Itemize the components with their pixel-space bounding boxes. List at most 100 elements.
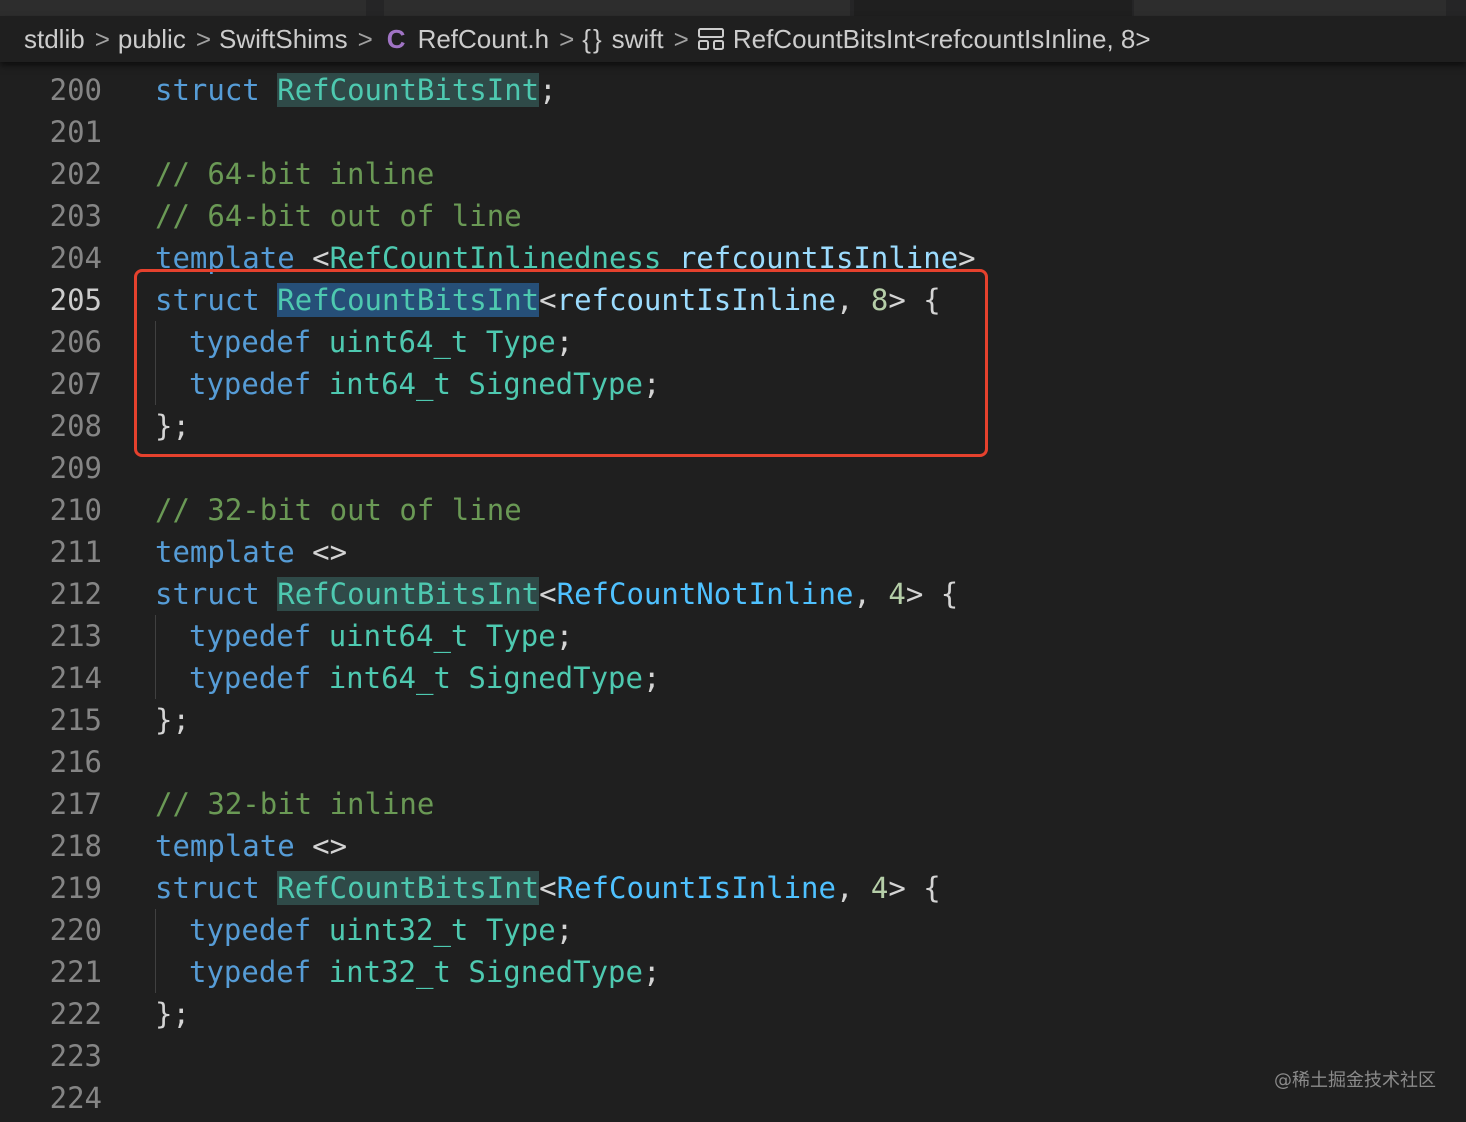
line-number[interactable]: 210 [0, 489, 102, 531]
code-token: typedef [189, 913, 312, 947]
line-number[interactable]: 205 [0, 279, 102, 321]
annotation-highlight-box [134, 269, 988, 457]
line-number[interactable]: 209 [0, 447, 102, 489]
code-token: RefCountNotInline [556, 577, 854, 611]
code-line[interactable]: 210 // 32-bit out of line [0, 489, 1466, 531]
line-number[interactable]: 212 [0, 573, 102, 615]
line-number[interactable]: 218 [0, 825, 102, 867]
code-line[interactable]: 216 [0, 741, 1466, 783]
editor-tab[interactable] [384, 0, 850, 16]
code-token: // 32-bit out of line [155, 493, 522, 527]
line-number[interactable]: 222 [0, 993, 102, 1035]
code-token: ; [555, 619, 574, 653]
code-token: }; [155, 703, 190, 737]
code-token: 4 [870, 871, 889, 905]
code-line[interactable]: 221 typedef int32_t SignedType; [0, 951, 1466, 993]
code-token: ; [539, 73, 557, 107]
code-line[interactable]: 203 // 64-bit out of line [0, 195, 1466, 237]
breadcrumb-item-file[interactable]: C RefCount.h [381, 24, 549, 55]
code-token: struct [155, 577, 260, 611]
code-token: // 32-bit inline [155, 787, 435, 821]
code-token: template [155, 829, 295, 863]
code-line[interactable]: 224 [0, 1077, 1466, 1119]
code-text: typedef int32_t SignedType; [155, 951, 660, 993]
breadcrumb: stdlib > public > SwiftShims > C RefCoun… [0, 16, 1466, 62]
breadcrumb-file-label: RefCount.h [417, 23, 550, 54]
line-number[interactable]: 200 [0, 69, 102, 111]
line-number[interactable]: 221 [0, 951, 102, 993]
line-number[interactable]: 213 [0, 615, 102, 657]
line-number[interactable]: 202 [0, 153, 102, 195]
code-line[interactable]: 220 typedef uint32_t Type; [0, 909, 1466, 951]
line-number[interactable]: 203 [0, 195, 102, 237]
line-number[interactable]: 217 [0, 783, 102, 825]
line-number[interactable]: 215 [0, 699, 102, 741]
code-token: uint32_t [328, 913, 469, 947]
line-number[interactable]: 201 [0, 111, 102, 153]
code-line[interactable]: 202 // 64-bit inline [0, 153, 1466, 195]
code-token: ; [642, 661, 661, 695]
code-line[interactable]: 211 template <> [0, 531, 1466, 573]
line-number[interactable]: 216 [0, 741, 102, 783]
chevron-right-icon: > [559, 23, 575, 54]
code-text: // 64-bit out of line [155, 195, 522, 237]
code-token: RefCountIsInline [556, 871, 836, 905]
code-token: SignedType [468, 955, 643, 989]
code-text: typedef uint64_t Type; [155, 615, 573, 657]
editor-tab[interactable] [0, 0, 366, 16]
code-line[interactable]: 218 template <> [0, 825, 1466, 867]
line-number[interactable]: 206 [0, 321, 102, 363]
code-token: > { [905, 577, 959, 611]
line-number[interactable]: 220 [0, 909, 102, 951]
code-line[interactable]: 200 struct RefCountBitsInt; [0, 69, 1466, 111]
code-text: struct RefCountBitsInt; [155, 69, 557, 111]
code-line[interactable]: 215}; [0, 699, 1466, 741]
code-line[interactable]: 223 [0, 1035, 1466, 1077]
code-text: template <> [155, 531, 347, 573]
line-number[interactable]: 207 [0, 363, 102, 405]
code-token: typedef [189, 661, 312, 695]
code-line[interactable]: 217 // 32-bit inline [0, 783, 1466, 825]
code-token: // 64-bit out of line [155, 199, 522, 233]
code-line[interactable]: 213 typedef uint64_t Type; [0, 615, 1466, 657]
code-line[interactable]: 222}; [0, 993, 1466, 1035]
line-number[interactable]: 219 [0, 867, 102, 909]
line-number[interactable]: 214 [0, 657, 102, 699]
code-token: Type [485, 619, 556, 653]
editor-tab-active[interactable] [854, 0, 1132, 16]
code-line[interactable]: 214 typedef int64_t SignedType; [0, 657, 1466, 699]
breadcrumb-item-public[interactable]: public [118, 24, 186, 55]
line-number[interactable]: 204 [0, 237, 102, 279]
line-number[interactable]: 211 [0, 531, 102, 573]
editor-tab[interactable] [1134, 0, 1446, 16]
code-token: uint64_t [328, 619, 469, 653]
code-token: <> [294, 829, 348, 863]
code-line[interactable]: 219 struct RefCountBitsInt<RefCountIsInli… [0, 867, 1466, 909]
code-token: struct [155, 871, 260, 905]
code-line[interactable]: 201 [0, 111, 1466, 153]
line-number[interactable]: 208 [0, 405, 102, 447]
line-number[interactable]: 223 [0, 1035, 102, 1077]
code-token: typedef [189, 955, 312, 989]
breadcrumb-item-namespace[interactable]: {} swift [582, 24, 663, 55]
code-text: struct RefCountBitsInt<RefCountIsInline,… [155, 867, 941, 909]
code-token: < [539, 871, 557, 905]
code-token: , [853, 577, 889, 611]
breadcrumb-item-swiftshims[interactable]: SwiftShims [219, 24, 348, 55]
code-token: , [835, 871, 871, 905]
line-number[interactable]: 224 [0, 1077, 102, 1119]
code-area[interactable]: 200 struct RefCountBitsInt; 201 202 // 64-bi… [0, 69, 1466, 1119]
code-token: < [539, 577, 557, 611]
breadcrumb-item-struct[interactable]: RefCountBitsInt<refcountIsInline, 8> [697, 24, 1151, 55]
code-text: }; [155, 993, 190, 1035]
breadcrumb-item-stdlib[interactable]: stdlib [24, 24, 85, 55]
code-line[interactable]: 212 struct RefCountBitsInt<RefCountNotInl… [0, 573, 1466, 615]
